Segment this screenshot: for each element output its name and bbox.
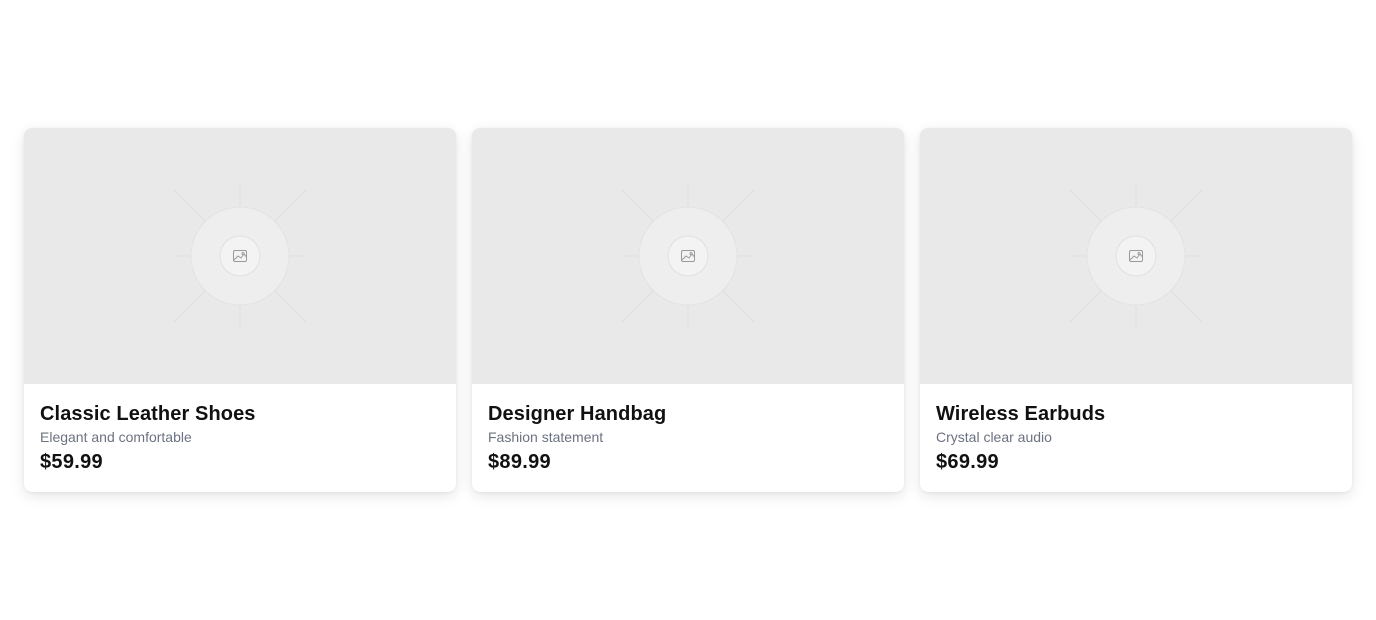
product-title: Wireless Earbuds bbox=[936, 403, 1106, 425]
product-price: $89.99 bbox=[488, 451, 551, 473]
product-card[interactable]: Wireless Earbuds Crystal clear audio $69… bbox=[920, 128, 1352, 492]
product-description: Crystal clear audio bbox=[936, 429, 1052, 445]
product-image bbox=[920, 128, 1352, 384]
product-title: Designer Handbag bbox=[488, 403, 667, 425]
product-price: $59.99 bbox=[40, 451, 103, 473]
product-info: Designer Handbag Fashion statement $89.9… bbox=[472, 384, 904, 476]
image-placeholder-icon bbox=[1069, 186, 1203, 326]
product-title: Classic Leather Shoes bbox=[40, 403, 256, 425]
product-info: Wireless Earbuds Crystal clear audio $69… bbox=[920, 384, 1352, 476]
product-description: Fashion statement bbox=[488, 429, 604, 445]
product-price: $69.99 bbox=[936, 451, 999, 473]
product-image bbox=[24, 128, 456, 384]
product-info: Classic Leather Shoes Elegant and comfor… bbox=[24, 384, 456, 476]
image-placeholder-icon bbox=[173, 186, 307, 326]
product-card[interactable]: Classic Leather Shoes Elegant and comfor… bbox=[24, 128, 456, 492]
product-image bbox=[472, 128, 904, 384]
product-card[interactable]: Designer Handbag Fashion statement $89.9… bbox=[472, 128, 904, 492]
product-description: Elegant and comfortable bbox=[40, 429, 192, 445]
image-placeholder-icon bbox=[621, 186, 755, 326]
product-grid: Classic Leather Shoes Elegant and comfor… bbox=[24, 128, 1352, 492]
